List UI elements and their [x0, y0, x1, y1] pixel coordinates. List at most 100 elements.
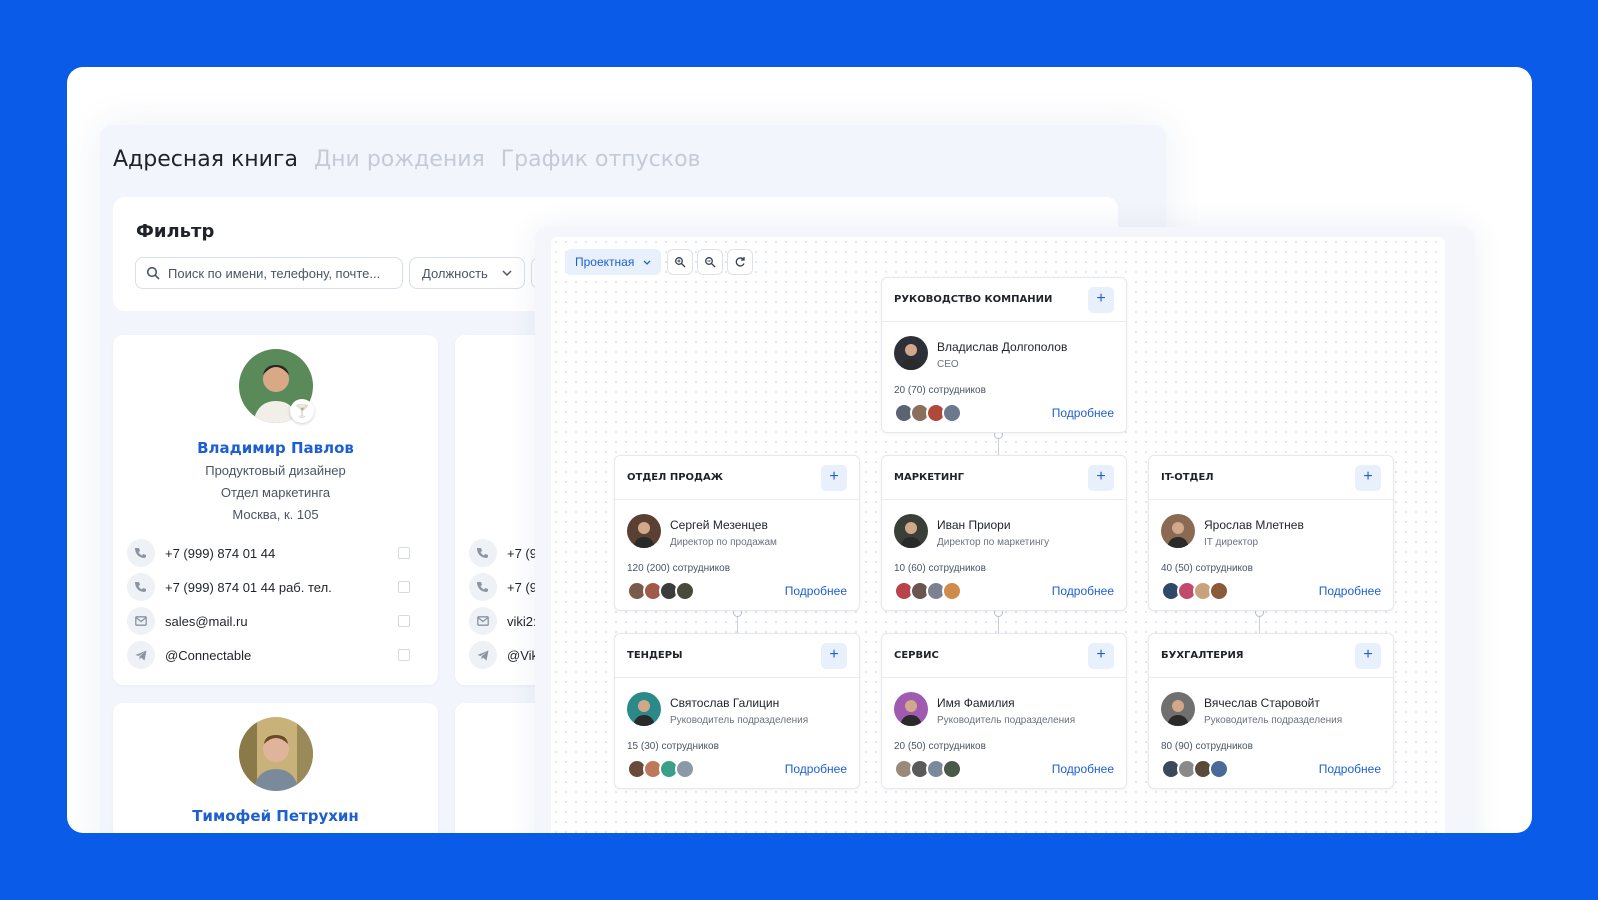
telegram-value[interactable]: @Vik	[507, 648, 538, 663]
staff-avatar	[675, 759, 695, 779]
add-button[interactable]: +	[821, 643, 847, 669]
phone-value[interactable]: +7 (999) 874 01 44	[165, 546, 275, 561]
avatar	[627, 514, 661, 548]
add-button[interactable]: +	[1355, 465, 1381, 491]
phone-row: +7 (9	[469, 539, 537, 567]
staff-avatar	[942, 581, 962, 601]
department-title: БУХГАЛТЕРИЯ	[1161, 650, 1244, 661]
department-card: БУХГАЛТЕРИЯ + Вячеслав Старовойт Руковод…	[1148, 633, 1394, 789]
telegram-icon	[469, 641, 497, 669]
work-phone-row: +7 (9	[469, 573, 537, 601]
manager-name[interactable]: Иван Приори	[937, 518, 1011, 532]
telegram-row: @Connectable	[127, 641, 424, 669]
department-title: МАРКЕТИНГ	[894, 472, 964, 483]
department-card: ОТДЕЛ ПРОДАЖ + Сергей Мезенцев Директор …	[614, 455, 860, 611]
manager-name[interactable]: Владислав Долгополов	[937, 340, 1067, 354]
avatar	[894, 692, 928, 726]
phone-icon	[469, 539, 497, 567]
details-link[interactable]: Подробнее	[785, 762, 847, 776]
copy-icon[interactable]	[398, 581, 410, 593]
department-card: РУКОВОДСТВО КОМПАНИИ + Владислав Долгопо…	[881, 277, 1127, 433]
department-title: IT-ОТДЕЛ	[1161, 472, 1214, 483]
employee-count: 40 (50) сотрудников	[1161, 563, 1253, 574]
details-link[interactable]: Подробнее	[1052, 406, 1114, 420]
org-chart-window: Проектная РУКОВОДСТВО КОМПАНИИ + Владисл…	[535, 227, 1475, 833]
work-phone-value[interactable]: +7 (9	[507, 580, 537, 595]
phone-value[interactable]: +7 (9	[507, 546, 537, 561]
avatar	[894, 336, 928, 370]
manager-name[interactable]: Имя Фамилия	[937, 696, 1015, 710]
staff-avatar	[1209, 759, 1229, 779]
department-title: ТЕНДЕРЫ	[627, 650, 683, 661]
phone-icon	[127, 539, 155, 567]
telegram-icon	[127, 641, 155, 669]
refresh-icon	[735, 257, 745, 267]
staff-avatars	[1161, 759, 1229, 779]
add-button[interactable]: +	[1355, 643, 1381, 669]
phone-row: +7 (999) 874 01 44	[127, 539, 424, 567]
avatar	[627, 692, 661, 726]
tabs: Адресная книга Дни рождения График отпус…	[113, 147, 701, 172]
manager-role: Руководитель подразделения	[937, 715, 1076, 726]
manager-role: Директор по маркетингу	[937, 537, 1050, 548]
employee-count: 15 (30) сотрудников	[627, 741, 719, 752]
details-link[interactable]: Подробнее	[1319, 762, 1381, 776]
details-link[interactable]: Подробнее	[785, 584, 847, 598]
zoom-out-button[interactable]	[697, 249, 723, 275]
zoom-out-icon	[705, 257, 716, 268]
details-link[interactable]: Подробнее	[1052, 584, 1114, 598]
position-select[interactable]: Должность	[409, 257, 525, 289]
filter-title: Фильтр	[136, 221, 215, 242]
staff-avatars	[627, 581, 695, 601]
department-title: ОТДЕЛ ПРОДАЖ	[627, 472, 723, 483]
avatar	[1161, 514, 1195, 548]
employee-count: 20 (70) сотрудников	[894, 385, 986, 396]
employee-count: 20 (50) сотрудников	[894, 741, 986, 752]
tab-vacation-schedule[interactable]: График отпусков	[501, 147, 701, 172]
avatar	[1161, 692, 1195, 726]
zoom-in-icon	[675, 257, 686, 268]
department-card: СЕРВИС + Имя Фамилия Руководитель подраз…	[881, 633, 1127, 789]
chevron-down-icon	[502, 270, 512, 276]
copy-icon[interactable]	[398, 615, 410, 627]
details-link[interactable]: Подробнее	[1319, 584, 1381, 598]
person-name[interactable]: Владимир Павлов	[113, 439, 438, 457]
add-button[interactable]: +	[821, 465, 847, 491]
manager-name[interactable]: Ярослав Млетнев	[1204, 518, 1304, 532]
telegram-value[interactable]: @Connectable	[165, 648, 251, 663]
staff-avatars	[627, 759, 695, 779]
employee-count: 80 (90) сотрудников	[1161, 741, 1253, 752]
staff-avatars	[894, 403, 962, 423]
person-name[interactable]: Тимофей Петрухин	[113, 807, 438, 825]
person-location: Москва, к. 105	[232, 507, 319, 522]
add-button[interactable]: +	[1088, 465, 1114, 491]
avatar	[894, 514, 928, 548]
refresh-button[interactable]	[727, 249, 753, 275]
manager-role: Руководитель подразделения	[1204, 715, 1343, 726]
manager-name[interactable]: Вячеслав Старовойт	[1204, 696, 1320, 710]
work-phone-value[interactable]: +7 (999) 874 01 44 раб. тел.	[165, 580, 332, 595]
search-placeholder: Поиск по имени, телефону, почте...	[168, 265, 381, 281]
add-button[interactable]: +	[1088, 287, 1114, 313]
zoom-in-button[interactable]	[667, 249, 693, 275]
search-input[interactable]: Поиск по имени, телефону, почте...	[135, 257, 403, 289]
email-value[interactable]: viki2:	[507, 614, 537, 629]
work-phone-row: +7 (999) 874 01 44 раб. тел.	[127, 573, 424, 601]
employee-count: 120 (200) сотрудников	[627, 563, 731, 574]
manager-role: Руководитель подразделения	[670, 715, 809, 726]
staff-avatar	[675, 581, 695, 601]
email-row: viki2:	[469, 607, 537, 635]
manager-name[interactable]: Сергей Мезенцев	[670, 518, 768, 532]
add-button[interactable]: +	[1088, 643, 1114, 669]
tab-birthdays[interactable]: Дни рождения	[314, 147, 485, 172]
copy-icon[interactable]	[398, 649, 410, 661]
telegram-row: @Vik	[469, 641, 538, 669]
details-link[interactable]: Подробнее	[1052, 762, 1114, 776]
manager-name[interactable]: Святослав Галицин	[670, 696, 779, 710]
showcase-frame: Адресная книга Дни рождения График отпус…	[67, 67, 1532, 833]
tab-address-book[interactable]: Адресная книга	[113, 147, 298, 172]
email-value[interactable]: sales@mail.ru	[165, 614, 248, 629]
copy-icon[interactable]	[398, 547, 410, 559]
staff-avatars	[1161, 581, 1229, 601]
view-select[interactable]: Проектная	[565, 249, 661, 275]
